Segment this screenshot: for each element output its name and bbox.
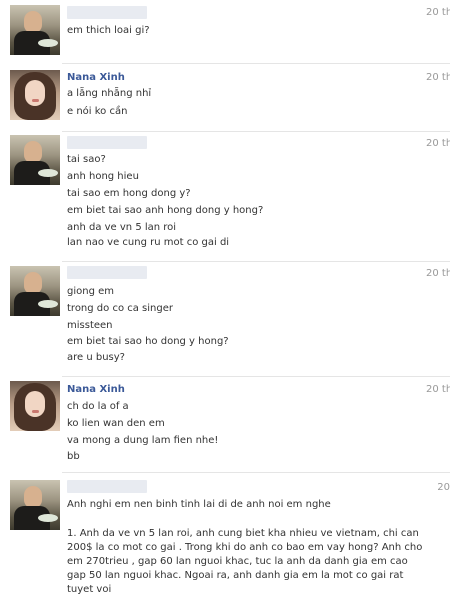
message-line: ch do la of a xyxy=(67,401,129,412)
message-line: Anh nghi em nen binh tinh lai di de anh … xyxy=(67,499,331,510)
avatar-plate xyxy=(38,39,58,47)
message-line: e nói ko cần xyxy=(67,106,128,117)
message-line: trong do co ca singer xyxy=(67,303,173,314)
message-timestamp: 20 xyxy=(437,482,450,493)
message-paragraph: 1. Anh da ve vn 5 lan roi, anh cung biet… xyxy=(67,528,423,595)
message-line: em biet tai sao anh hong dong y hong? xyxy=(67,205,264,216)
avatar-face xyxy=(24,272,42,294)
avatar-plate xyxy=(38,300,58,308)
avatar[interactable] xyxy=(10,381,60,431)
divider xyxy=(62,376,450,377)
message-thread: 20 th em thich loai gi? Nana Xinh 20 th … xyxy=(0,0,450,595)
message-line: lan nao ve cung ru mot co gai di xyxy=(67,237,230,248)
sender-name-blurred[interactable] xyxy=(67,6,147,19)
message-timestamp: 20 th xyxy=(426,268,450,279)
message-item: 20 th tai sao? anh hong hieu tai sao em … xyxy=(0,131,450,261)
sender-name-blurred[interactable] xyxy=(67,136,147,149)
avatar[interactable] xyxy=(10,70,60,120)
avatar[interactable] xyxy=(10,5,60,55)
divider xyxy=(62,472,450,473)
message-line: a lẵng nhẵng nhỉ xyxy=(67,88,152,99)
divider xyxy=(62,131,450,132)
avatar-face xyxy=(24,11,42,33)
message-line: ko lien wan den em xyxy=(67,418,165,429)
avatar-lips xyxy=(32,99,39,102)
message-line: anh da ve vn 5 lan roi xyxy=(67,222,177,233)
sender-name[interactable]: Nana Xinh xyxy=(67,384,125,395)
message-line: giong em xyxy=(67,286,115,297)
sender-name[interactable]: Nana Xinh xyxy=(67,72,125,83)
avatar-face xyxy=(25,391,45,417)
sender-name-blurred[interactable] xyxy=(67,266,147,279)
message-item: Nana Xinh 20 th a lẵng nhẵng nhỉ e nói k… xyxy=(0,63,450,131)
message-line: bb xyxy=(67,451,80,462)
divider xyxy=(62,63,450,64)
message-line: va mong a dung lam fien nhe! xyxy=(67,435,219,446)
avatar-face xyxy=(24,141,42,163)
message-item: 20 Anh nghi em nen binh tinh lai di de a… xyxy=(0,472,450,595)
avatar-lips xyxy=(32,410,39,413)
avatar[interactable] xyxy=(10,480,60,530)
message-line: anh hong hieu xyxy=(67,171,139,182)
message-line: are u busy? xyxy=(67,352,125,363)
sender-name-blurred[interactable] xyxy=(67,480,147,493)
message-timestamp: 20 th xyxy=(426,72,450,83)
message-timestamp: 20 th xyxy=(426,7,450,18)
avatar-face xyxy=(25,80,45,106)
message-line: tai sao em hong dong y? xyxy=(67,188,191,199)
message-line: tai sao? xyxy=(67,154,106,165)
message-line: em biet tai sao ho dong y hong? xyxy=(67,336,229,347)
message-item: 20 th giong em trong do co ca singer mis… xyxy=(0,261,450,376)
message-line: em thich loai gi? xyxy=(67,25,150,36)
avatar-plate xyxy=(38,514,58,522)
message-item: 20 th em thich loai gi? xyxy=(0,0,450,60)
message-timestamp: 20 th xyxy=(426,138,450,149)
divider xyxy=(62,261,450,262)
message-line: missteen xyxy=(67,320,113,331)
avatar[interactable] xyxy=(10,135,60,185)
message-item: Nana Xinh 20 th ch do la of a ko lien wa… xyxy=(0,376,450,472)
message-timestamp: 20 th xyxy=(426,384,450,395)
avatar[interactable] xyxy=(10,266,60,316)
avatar-plate xyxy=(38,169,58,177)
avatar-face xyxy=(24,486,42,508)
